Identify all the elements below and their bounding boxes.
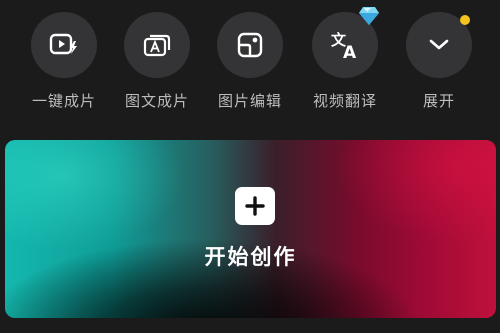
tool-label: 一键成片 [31,92,96,110]
tool-video-translate[interactable]: 文 A 视频翻译 [298,7,392,111]
start-creation-label: 开始创作 [204,245,297,269]
stacked-text-a-icon [143,34,171,57]
plus-button[interactable] [235,187,275,225]
home-screen: 一键成片 图文成片 图片编辑 文 A 视频翻译 展开 开始创作 [0,0,500,333]
chevron-down-icon [429,39,449,50]
tool-label: 图片编辑 [217,92,282,110]
tool-label: 展开 [422,92,455,110]
image-edit-icon [237,32,263,58]
tool-one-click-video-button[interactable] [31,12,97,78]
notification-dot [460,15,470,25]
translate-icon: 文 A [331,31,357,60]
card-glow [5,140,496,318]
diamond-vip-icon [359,7,379,25]
tool-label: 视频翻译 [312,92,377,110]
play-bolt-icon [49,33,77,55]
plus-icon [245,196,265,216]
tool-image-edit[interactable]: 图片编辑 [203,12,297,111]
tool-expand-button[interactable] [406,12,472,78]
tool-text-to-video-button[interactable] [124,12,190,78]
tool-video-translate-button[interactable]: 文 A [312,7,379,78]
tool-image-edit-button[interactable] [217,12,283,78]
tool-text-to-video[interactable]: 图文成片 [110,12,204,111]
quick-tools-row: 一键成片 图文成片 图片编辑 文 A 视频翻译 展开 [0,7,500,122]
tool-label: 图文成片 [124,92,189,110]
svg-text:A: A [343,43,357,60]
tool-expand[interactable]: 展开 [392,12,486,111]
tool-one-click-video[interactable]: 一键成片 [17,12,111,111]
start-creation-card[interactable]: 开始创作 [5,140,496,318]
